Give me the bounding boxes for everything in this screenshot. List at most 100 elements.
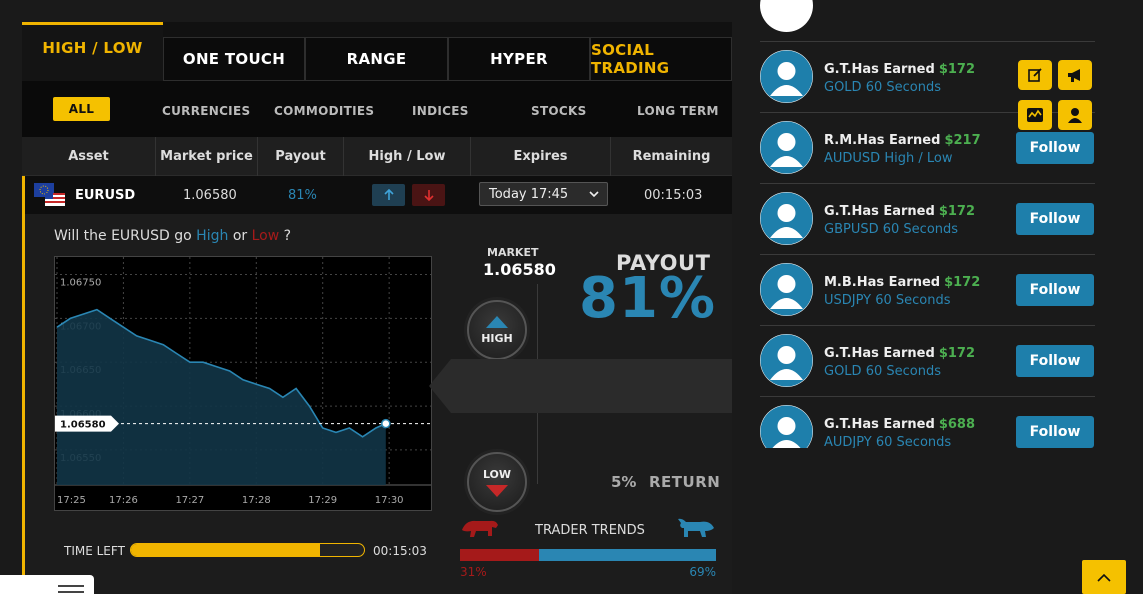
follow-button[interactable]: Follow [1016,345,1094,377]
x-tick-label: 17:29 [308,495,337,506]
follow-button[interactable]: Follow [1016,132,1094,164]
subtab-all[interactable]: ALL [53,97,110,121]
follow-button[interactable]: Follow [1016,416,1094,448]
avatar [760,121,813,174]
x-tick-label: 17:27 [175,495,204,506]
chat-widget[interactable] [0,575,94,594]
payout-label: PAYOUT [616,251,711,275]
question-or: or [232,228,248,244]
earned-amount: $172 [944,275,981,290]
earned-amount: $217 [944,133,981,148]
tab-hyper[interactable]: HYPER [448,37,590,81]
main-tabs: HIGH / LOW ONE TOUCH RANGE HYPER SOCIAL … [22,22,732,81]
trade-asset: USDJPY 60 Seconds [824,293,951,308]
high-button[interactable]: HIGH [467,300,527,360]
subtab-commodities[interactable]: COMMODITIES [274,104,374,118]
earned-text: G.T.Has Earned $172 [824,204,975,219]
avatar [760,334,813,387]
follow-user-button[interactable] [1058,100,1092,130]
trading-panel: HIGH / LOW ONE TOUCH RANGE HYPER SOCIAL … [22,22,732,594]
asset-table-header: Asset Market price Payout High / Low Exp… [22,137,732,176]
trade-asset: AUDUSD High / Low [824,151,953,166]
question-low: Low [251,228,280,244]
chevron-up-icon [1097,573,1111,582]
subtab-currencies[interactable]: CURRENCIES [162,104,250,118]
edit-button[interactable] [1018,60,1052,90]
x-tick-label: 17:28 [242,495,271,506]
subtab-indices[interactable]: INDICES [412,104,469,118]
triangle-down-icon [486,484,508,497]
arrow-up-icon [383,189,394,200]
asset-name: EURUSD [75,187,136,203]
current-price-dot [381,418,391,429]
expires-value: Today 17:45 [489,186,569,202]
feed-item-partial [760,0,1095,42]
triangle-up-icon [486,315,508,328]
high-button-label: HIGH [481,331,513,345]
payout-value: 81% [288,187,317,203]
time-left-bar-fill [131,544,320,556]
bear-icon [462,520,498,537]
chart-button[interactable] [1018,100,1052,130]
trade-asset: GBPUSD 60 Seconds [824,222,959,237]
trade-asset: GOLD 60 Seconds [824,364,941,379]
earned-text: G.T.Has Earned $688 [824,417,975,432]
subtab-long-term[interactable]: LONG TERM [637,104,719,118]
trade-asset: AUDJPY 60 Seconds [824,435,952,448]
feed-item: G.T.Has Earned $172 GBPUSD 60 Seconds Follo… [760,184,1095,255]
bull-percent: 69% [689,565,716,579]
trader-name: G.T.Has Earned [824,417,935,432]
avatar [760,0,813,32]
chevron-down-icon [589,191,599,198]
avatar [760,263,813,316]
tab-range[interactable]: RANGE [305,37,448,81]
follow-button[interactable]: Follow [1016,274,1094,306]
trader-name: M.B.Has Earned [824,275,941,290]
tab-one-touch[interactable]: ONE TOUCH [163,37,305,81]
earned-amount: $172 [938,346,975,361]
x-tick-label: 17:26 [109,495,138,506]
price-chart-svg: 1.067501.067001.066501.066001.0655017:25… [55,257,431,506]
question-text: Will the EURUSD go High or Low ? [54,228,291,244]
payout-percent: 81% [579,266,717,331]
user-avatar-icon [760,192,813,245]
low-button[interactable]: LOW [467,452,527,512]
earned-text: R.M.Has Earned $217 [824,133,981,148]
time-left-bar [130,543,365,557]
user-avatar-icon [760,121,813,174]
subtab-stocks[interactable]: STOCKS [531,104,587,118]
scroll-top-button[interactable] [1082,560,1126,594]
col-payout: Payout [258,137,344,176]
feed-item: G.T.Has Earned $688 AUDJPY 60 Seconds Follo… [760,397,1095,448]
return-label: RETURN [649,473,721,491]
current-price-label: 1.06580 [60,420,106,431]
user-follow-icon [1068,108,1083,123]
follow-button[interactable]: Follow [1016,203,1094,235]
y-tick-label: 1.06750 [60,278,101,289]
tab-high-low[interactable]: HIGH / LOW [22,22,163,81]
trader-name: R.M.Has Earned [824,133,941,148]
earned-text: G.T.Has Earned $172 [824,62,975,77]
high-arrow-button[interactable] [372,184,405,206]
low-arrow-button[interactable] [412,184,445,206]
tab-social-trading[interactable]: SOCIAL TRADING [590,37,732,81]
price-chart: 1.067501.067001.066501.066001.0655017:25… [54,256,432,511]
bull-icon [678,518,714,537]
asset-row-eurusd[interactable]: EURUSD 1.06580 81% Today 17:45 00:15:03 [22,176,732,214]
megaphone-icon [1068,69,1080,82]
trend-bar [460,549,716,561]
col-market-price: Market price [156,137,258,176]
feed-item: G.T.Has Earned $172 GOLD 60 Seconds Follow [760,326,1095,397]
asset-category-tabs: ALL CURRENCIES COMMODITIES INDICES STOCK… [22,81,732,137]
expires-select[interactable]: Today 17:45 [479,182,608,206]
question-high: High [196,228,229,244]
earned-text: G.T.Has Earned $172 [824,346,975,361]
user-avatar-icon [760,405,813,448]
market-value: 1.06580 [483,260,556,279]
trader-trends: TRADER TRENDS 31% 69% [460,516,716,586]
menu-icon [58,585,84,593]
x-tick-label: 17:30 [375,495,404,506]
announcement-button[interactable] [1058,60,1092,90]
trading-page: HIGH / LOW ONE TOUCH RANGE HYPER SOCIAL … [0,0,1143,594]
edit-icon [1028,68,1042,82]
